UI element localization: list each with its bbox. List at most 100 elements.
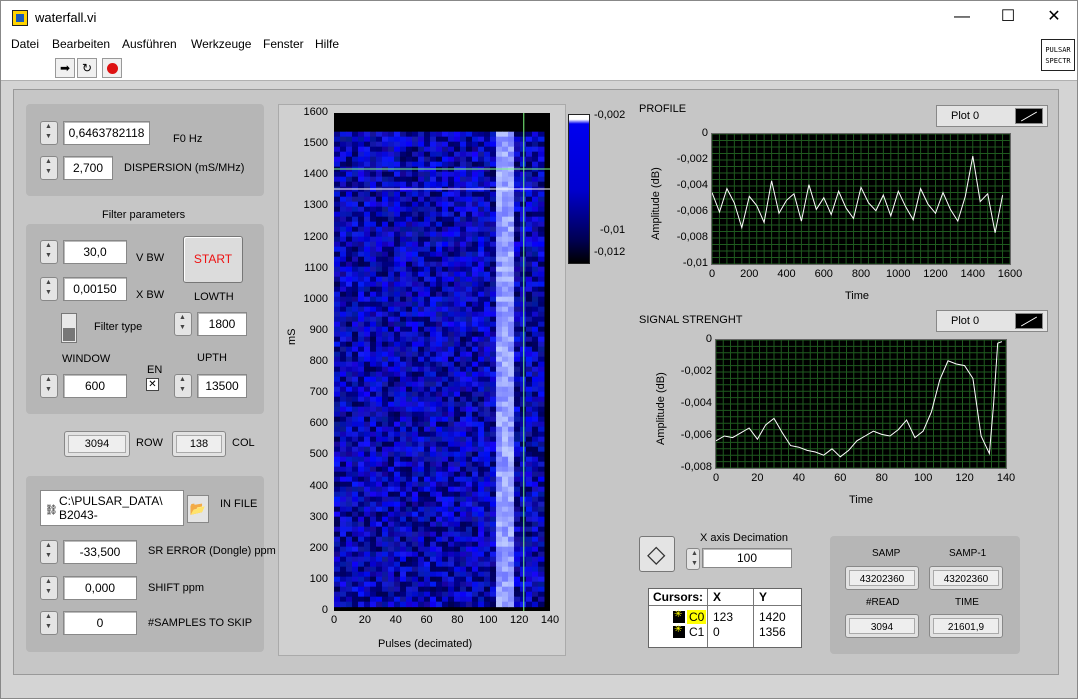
cursor-move-icon[interactable] [639,536,675,572]
heatmap-cell [538,596,545,603]
heatmap-cell [508,141,515,148]
heatmap-cell [400,501,407,508]
heatmap-cell [538,511,545,518]
heatmap-cell [406,131,413,138]
maximize-button[interactable]: ☐ [985,1,1031,33]
menu-hilfe[interactable]: Hilfe [315,37,339,51]
heatmap-cell [484,531,491,538]
cursor-c0-marker-icon[interactable] [673,609,685,623]
heatmap-cell [538,256,545,263]
heatmap-cell [340,601,347,608]
heatmap-cell [418,321,425,328]
cursor-c1-name[interactable]: C1 [687,625,706,639]
dispersion-value[interactable]: 2,700 [63,156,113,180]
sr-error-value[interactable]: -33,500 [63,540,137,564]
samples-to-skip-spinner[interactable] [40,611,58,635]
in-file-path-text[interactable]: ⛓ C:\PULSAR_DATA\ B2043- [40,490,184,526]
heatmap-cell [424,251,431,258]
heatmap-cell [466,246,473,253]
vbw-spinner[interactable] [40,240,58,264]
in-file-path-control[interactable]: ⛓ C:\PULSAR_DATA\ B2043- 📂 [40,490,238,528]
upth-value[interactable]: 13500 [197,374,247,398]
run-continuously-icon[interactable]: ↻ [77,58,97,78]
heatmap-cell [346,191,353,198]
heatmap-cell [532,286,539,293]
decimation-value[interactable]: 100 [702,548,792,568]
heatmap-cell [520,141,527,148]
heatmap-cell [532,516,539,523]
heatmap-cell [532,431,539,438]
heatmap-cell [472,131,479,138]
heatmap-cell [358,226,365,233]
waterfall-plot-area[interactable] [334,113,550,611]
signal-legend[interactable]: Plot 0 [936,310,1048,332]
heatmap-cell [454,316,461,323]
heatmap-cell [526,371,533,378]
heatmap-cell [532,471,539,478]
heatmap-cell [490,551,497,558]
heatmap-cell [496,411,503,418]
heatmap-cell [352,351,359,358]
heatmap-cell [514,146,521,153]
f0-spinner[interactable] [40,121,58,145]
samp-value: 43202360 [849,570,915,586]
window-spinner[interactable] [40,374,58,398]
en-checkbox[interactable]: ✕ [146,378,159,391]
profile-x-tick-label: 0 [708,268,716,280]
abort-stop-icon[interactable] [102,58,122,78]
profile-plot-area[interactable] [711,133,1011,265]
heatmap-cell [442,246,449,253]
shift-value[interactable]: 0,000 [63,576,137,600]
heatmap-cell [484,546,491,553]
close-button[interactable]: ✕ [1031,1,1077,33]
heatmap-cell [376,536,383,543]
heatmap-cell [526,391,533,398]
f0-value[interactable]: 0,6463782118 [63,121,150,145]
heatmap-cell [424,336,431,343]
samples-to-skip-value[interactable]: 0 [63,611,137,635]
heatmap-cell [418,571,425,578]
lowth-spinner[interactable] [174,312,192,336]
lowth-value[interactable]: 1800 [197,312,247,336]
run-arrow-icon[interactable]: ➡ [55,58,75,78]
cursor-legend-table[interactable]: Cursors: X Y C0 123 1420 C1 0 1356 [648,588,802,648]
folder-browse-icon[interactable]: 📂 [187,495,209,523]
menu-bearbeiten[interactable]: Bearbeiten [52,37,110,51]
shift-spinner[interactable] [40,576,58,600]
menu-ausfuehren[interactable]: Ausführen [122,37,177,51]
heatmap-cell [358,591,365,598]
signal-plot-area[interactable] [715,339,1007,469]
window-value[interactable]: 600 [63,374,127,398]
heatmap-cell [382,211,389,218]
profile-y-tick-label: -0,008 [676,231,708,243]
filter-type-switch[interactable] [61,313,77,343]
dispersion-spinner[interactable] [40,156,58,180]
heatmap-cell [532,481,539,488]
minimize-button[interactable]: — [939,1,985,33]
cursor-c1-marker-icon[interactable] [673,624,685,638]
heatmap-cell [400,451,407,458]
heatmap-cell [466,501,473,508]
heatmap-cell [508,446,515,453]
heatmap-cell [472,521,479,528]
heatmap-cell [514,596,521,603]
upth-spinner[interactable] [174,374,192,398]
xbw-value[interactable]: 0,00150 [63,277,127,301]
menu-fenster[interactable]: Fenster [263,37,304,51]
vbw-value[interactable]: 30,0 [63,240,127,264]
xbw-spinner[interactable] [40,277,58,301]
heatmap-cell [448,511,455,518]
menu-werkzeuge[interactable]: Werkzeuge [191,37,251,51]
cursor-c0-name[interactable]: C0 [687,610,707,624]
decimation-spinner[interactable] [686,548,700,570]
heatmap-cell [382,501,389,508]
heatmap-cell [520,221,527,228]
heatmap-cell [526,486,533,493]
profile-legend[interactable]: Plot 0 [936,105,1048,127]
heatmap-cell [418,336,425,343]
heatmap-cell [502,266,509,273]
heatmap-cell [508,471,515,478]
sr-error-spinner[interactable] [40,540,58,564]
menu-datei[interactable]: Datei [11,37,39,51]
start-button[interactable]: START [183,236,243,283]
